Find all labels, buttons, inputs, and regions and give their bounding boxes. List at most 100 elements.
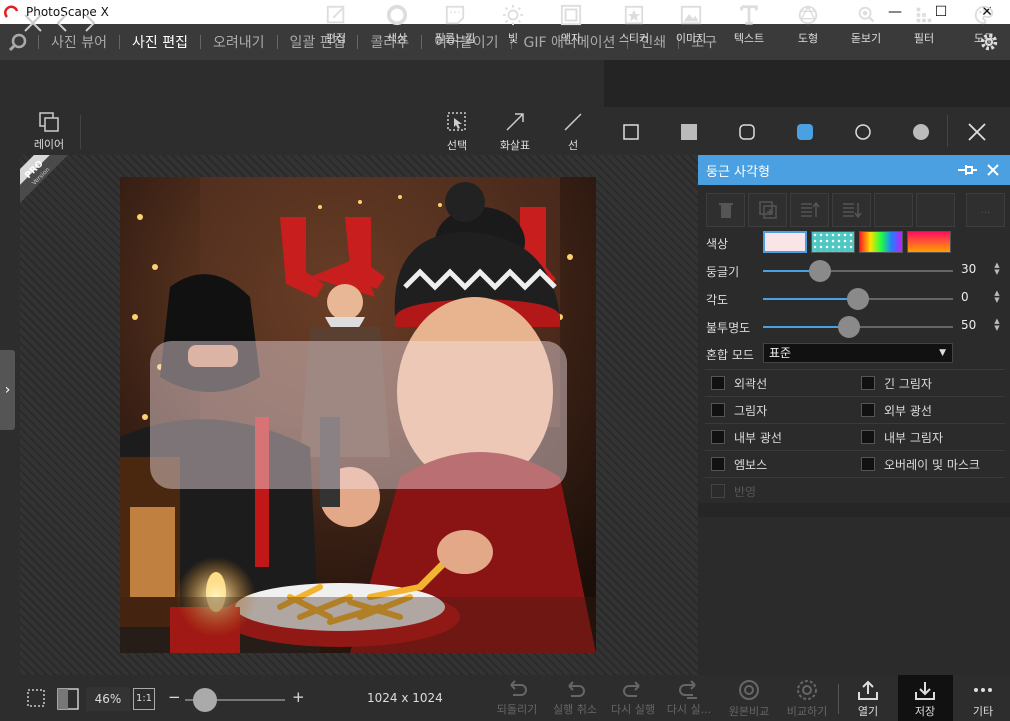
zoom-out-button[interactable]: − <box>168 688 181 706</box>
inner-shadow-checkbox[interactable] <box>861 430 875 444</box>
compare-view-icon[interactable] <box>57 688 79 710</box>
rounded-rectangle-overlay[interactable] <box>150 341 567 489</box>
layer-button[interactable]: 레이어 <box>28 111 70 153</box>
expand-left-panel-button[interactable]: › <box>0 350 15 430</box>
pin-icon[interactable] <box>956 163 978 177</box>
opacity-slider-thumb[interactable] <box>837 316 860 338</box>
arrow-tool[interactable]: 화살표 <box>490 111 540 153</box>
arrow-label: 화살표 <box>499 139 531 152</box>
color-swatch-rainbow[interactable] <box>859 231 903 253</box>
menu-photo-editor[interactable]: 사진 편집 <box>120 32 200 52</box>
delete-shape-button[interactable] <box>706 193 745 227</box>
panel-bottom-band <box>698 503 1010 517</box>
trash-icon <box>718 203 733 218</box>
actual-size-button[interactable]: 1:1 <box>133 688 155 710</box>
next-photo-icon[interactable] <box>78 12 100 34</box>
panel-title: 둥근 사각형 <box>706 164 770 180</box>
zoom-in-button[interactable]: + <box>292 688 305 706</box>
zoom-slider-thumb[interactable] <box>193 688 217 712</box>
redo-all-button[interactable]: 다시 실... <box>664 679 714 719</box>
long-shadow-checkbox[interactable] <box>861 376 875 390</box>
panel-divider <box>705 477 1005 478</box>
dropdown-arrow-icon: ▼ <box>939 348 946 358</box>
redo-button[interactable]: 다시 실행 <box>608 679 658 719</box>
emboss-checkbox[interactable] <box>711 457 725 471</box>
roundness-slider-thumb[interactable] <box>809 260 831 282</box>
shape-circle-outline[interactable] <box>852 121 874 143</box>
bring-forward-button[interactable] <box>790 193 829 227</box>
sticker-icon <box>624 5 644 25</box>
blend-mode-select[interactable]: 표준 ▼ <box>763 343 953 363</box>
tool-text[interactable]: 텍스트 <box>721 2 777 46</box>
color-swatch-gradient[interactable] <box>907 231 951 253</box>
shape-rectangle-outline[interactable] <box>620 121 642 143</box>
shape-rounded-outline[interactable] <box>736 121 758 143</box>
panel-empty-button-2[interactable] <box>916 193 955 227</box>
shadow-checkbox[interactable] <box>711 403 725 417</box>
bring-forward-icon <box>800 201 820 217</box>
angle-slider-fill <box>763 298 858 300</box>
opacity-spinner[interactable]: ▲ ▼ <box>992 318 1002 332</box>
blend-mode-value: 표준 <box>769 346 792 360</box>
opacity-label: 불투명도 <box>706 321 751 335</box>
zoom-level-field[interactable]: 46% <box>86 687 130 711</box>
revert-button[interactable]: 되돌리기 <box>492 679 542 719</box>
outline-checkbox[interactable] <box>711 376 725 390</box>
send-backward-button[interactable] <box>832 193 871 227</box>
more-options-button[interactable]: ... <box>966 193 1005 227</box>
undo-button[interactable]: 실행 취소 <box>550 679 600 719</box>
shape-rounded-filled[interactable] <box>794 121 816 143</box>
inner-glow-checkbox[interactable] <box>711 430 725 444</box>
blend-mode-label: 혼합 모드 <box>706 348 754 362</box>
frame-icon <box>560 4 582 26</box>
previous-photo-icon[interactable] <box>52 12 74 34</box>
close-shape-panel-button[interactable] <box>966 121 988 143</box>
compare-button[interactable]: 비교하기 <box>782 679 832 719</box>
shape-circle-filled[interactable] <box>910 121 932 143</box>
angle-spinner[interactable]: ▲ ▼ <box>992 290 1002 304</box>
home-search-icon[interactable] <box>8 32 28 52</box>
tool-shape[interactable]: 도형 <box>780 2 836 46</box>
square-filled-icon <box>681 124 697 140</box>
tool-magnifier[interactable]: 돋보기 <box>838 2 894 46</box>
shape-icon <box>798 5 818 25</box>
menu-cut-out[interactable]: 오려내기 <box>201 32 277 52</box>
close-editor-icon[interactable] <box>22 12 44 34</box>
overlay-mask-checkbox[interactable] <box>861 457 875 471</box>
original-compare-button[interactable]: 원본비교 <box>724 679 774 719</box>
tool-film[interactable]: 필름느낌 <box>427 2 483 46</box>
tool-tools[interactable]: 도구 <box>956 2 1010 46</box>
angle-value[interactable]: 0 <box>961 290 969 304</box>
roundness-value[interactable]: 30 <box>961 262 976 276</box>
tool-edit[interactable]: 편집 <box>308 2 364 46</box>
shape-rectangle-filled[interactable] <box>678 121 700 143</box>
opacity-value[interactable]: 50 <box>961 318 976 332</box>
original-compare-label: 원본비교 <box>728 705 770 718</box>
reflect-checkbox <box>711 484 725 498</box>
square-outline-icon <box>623 124 639 140</box>
duplicate-shape-button[interactable] <box>748 193 787 227</box>
tool-filter[interactable]: 필터 <box>896 2 952 46</box>
open-button[interactable]: 열기 <box>843 679 893 719</box>
roundness-spinner[interactable]: ▲ ▼ <box>992 262 1002 276</box>
color-swatch-solid[interactable] <box>763 231 807 253</box>
panel-empty-button[interactable] <box>874 193 913 227</box>
menu-photo-viewer[interactable]: 사진 뷰어 <box>39 32 119 52</box>
select-tool[interactable]: 선택 <box>432 111 482 153</box>
tool-frame[interactable]: 액자 <box>543 2 599 46</box>
tool-sticker[interactable]: 스티커 <box>606 2 662 46</box>
arrow-icon <box>506 113 524 131</box>
outer-glow-checkbox[interactable] <box>861 403 875 417</box>
tool-light[interactable]: 빛 <box>485 2 541 46</box>
more-button[interactable]: 기타 <box>958 679 1008 719</box>
close-panel-icon[interactable] <box>986 163 1000 177</box>
pro-version-badge: PRO Version <box>20 155 68 203</box>
color-swatch-pattern[interactable] <box>811 231 855 253</box>
tool-image[interactable]: 이미지 <box>663 2 719 46</box>
angle-slider-thumb[interactable] <box>847 288 869 310</box>
layer-label: 레이어 <box>33 138 65 151</box>
tool-color[interactable]: 색상 <box>369 2 425 46</box>
line-tool[interactable]: 선 <box>548 111 598 153</box>
fit-selection-icon[interactable] <box>26 688 46 708</box>
save-button[interactable]: 저장 <box>900 679 950 719</box>
